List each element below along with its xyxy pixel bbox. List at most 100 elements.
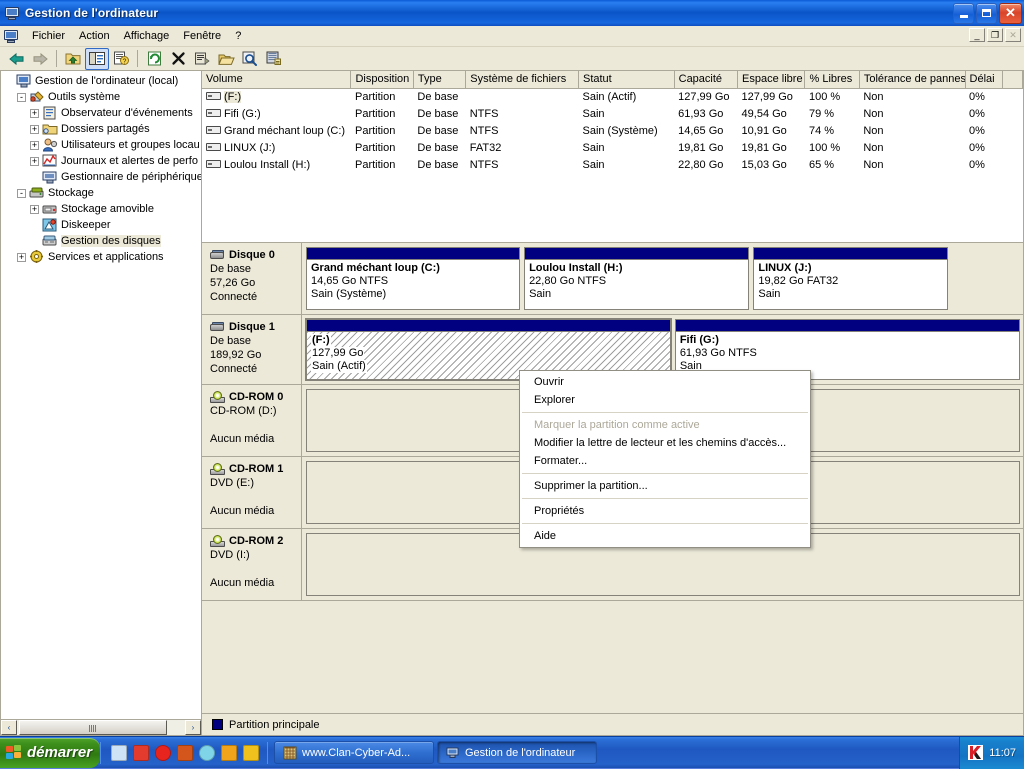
open-folder-icon[interactable]: [214, 48, 238, 70]
tree-node-gestionnaire-de-p-riph-rique[interactable]: Gestionnaire de périphérique: [4, 169, 201, 185]
volume-row[interactable]: Grand méchant loup (C:)PartitionDe baseN…: [202, 122, 1023, 139]
menu-action[interactable]: Action: [72, 28, 117, 44]
context-menu-item-propri-t-s[interactable]: Propriétés: [520, 502, 810, 520]
volume-column-header-libres[interactable]: % Libres: [805, 71, 859, 88]
volume-cell-spacer: [1002, 105, 1022, 122]
tree-node-services-et-applications[interactable]: +Services et applications: [4, 249, 201, 265]
partition-context-menu[interactable]: OuvrirExplorerMarquer la partition comme…: [519, 370, 811, 548]
context-menu-item-modifier-la-lettre-de-lecteur-et-les-che[interactable]: Modifier la lettre de lecteur et les che…: [520, 434, 810, 452]
tree-node-stockage[interactable]: -Stockage: [4, 185, 201, 201]
menu-fenetre[interactable]: Fenêtre: [176, 28, 228, 44]
context-menu-item-supprimer-la-partition[interactable]: Supprimer la partition...: [520, 477, 810, 495]
properties-icon[interactable]: ?: [109, 48, 133, 70]
volume-column-header-type[interactable]: Type: [413, 71, 465, 88]
quick-launch-bar: [101, 737, 267, 769]
volume-column-header-d-lai[interactable]: Délai: [965, 71, 1002, 88]
context-menu-item-ouvrir[interactable]: Ouvrir: [520, 373, 810, 391]
volume-column-header-espace-libre[interactable]: Espace libre: [738, 71, 805, 88]
scroll-left-arrow-icon[interactable]: ‹: [1, 720, 17, 735]
disk-row[interactable]: Disque 0De base57,26 GoConnectéGrand méc…: [202, 243, 1023, 315]
minimize-button[interactable]: [953, 3, 974, 24]
disk-partitions-area[interactable]: Grand méchant loup (C:)14,65 Go NTFSSain…: [302, 243, 1023, 314]
expand-toggle-icon[interactable]: +: [30, 141, 39, 150]
rescan-disks-icon[interactable]: [262, 48, 286, 70]
volume-column-header-disposition[interactable]: Disposition: [351, 71, 413, 88]
tree-node-dossiers-partag-s[interactable]: +Dossiers partagés: [4, 121, 201, 137]
context-menu-item-formater[interactable]: Formater...: [520, 452, 810, 470]
disk-header[interactable]: CD-ROM 1DVD (E:)Aucun média: [202, 457, 302, 528]
context-menu-item-aide[interactable]: Aide: [520, 527, 810, 545]
expand-toggle-icon[interactable]: +: [30, 109, 39, 118]
quicklaunch-icon-7[interactable]: [243, 745, 259, 761]
volume-column-header-volume[interactable]: Volume: [202, 71, 351, 88]
volume-list[interactable]: VolumeDispositionTypeSystème de fichiers…: [202, 71, 1023, 243]
scrollbar-track[interactable]: [17, 720, 185, 735]
window-titlebar[interactable]: Gestion de l'ordinateur ✕: [0, 0, 1024, 26]
tree-node-observateur-d-v-nements[interactable]: +Observateur d'événements: [4, 105, 201, 121]
disk-header[interactable]: Disque 0De base57,26 GoConnecté: [202, 243, 302, 314]
expand-toggle-icon[interactable]: +: [17, 253, 26, 262]
start-button[interactable]: démarrer: [0, 738, 100, 768]
quicklaunch-firefox-icon[interactable]: [177, 745, 193, 761]
menu-fichier[interactable]: Fichier: [25, 28, 72, 44]
tree-node-stockage-amovible[interactable]: +Stockage amovible: [4, 201, 201, 217]
tree-node-gestion-des-disques[interactable]: Gestion des disques: [4, 233, 201, 249]
tree-node-journaux-et-alertes-de-perfo[interactable]: +Journaux et alertes de perfo: [4, 153, 201, 169]
mdi-window-buttons: _ ❐ ✕: [969, 28, 1021, 42]
delete-icon[interactable]: [166, 48, 190, 70]
search-icon[interactable]: [238, 48, 262, 70]
mdi-restore-button[interactable]: ❐: [987, 28, 1003, 42]
tree-node-outils-syst-me[interactable]: -Outils système: [4, 89, 201, 105]
partition-block[interactable]: Loulou Install (H:)22,80 Go NTFSSain: [524, 247, 749, 310]
partition-block[interactable]: LINUX (J:)19,82 Go FAT32Sain: [753, 247, 948, 310]
volume-column-header-blank[interactable]: [1002, 71, 1022, 88]
expand-toggle-icon[interactable]: +: [30, 157, 39, 166]
expand-toggle-icon[interactable]: +: [30, 205, 39, 214]
quicklaunch-opera-icon[interactable]: [155, 745, 171, 761]
properties-page-icon[interactable]: [190, 48, 214, 70]
mdi-minimize-button[interactable]: _: [969, 28, 985, 42]
quicklaunch-icon-6[interactable]: [221, 745, 237, 761]
menu-aide[interactable]: ?: [228, 28, 248, 44]
volume-row[interactable]: Fifi (G:)PartitionDe baseNTFSSain61,93 G…: [202, 105, 1023, 122]
expand-toggle-icon[interactable]: +: [30, 125, 39, 134]
show-tree-icon[interactable]: [85, 48, 109, 70]
tree-node-utilisateurs-et-groupes-locau[interactable]: +Utilisateurs et groupes locau: [4, 137, 201, 153]
volume-cell-filesystem: NTFS: [466, 122, 579, 139]
scrollbar-thumb[interactable]: [19, 720, 167, 735]
volume-column-header-syst-me-de-fichiers[interactable]: Système de fichiers: [466, 71, 579, 88]
close-button[interactable]: ✕: [999, 3, 1022, 24]
scroll-right-arrow-icon[interactable]: ›: [185, 720, 201, 735]
volume-column-header-statut[interactable]: Statut: [578, 71, 674, 88]
taskbar-clock[interactable]: 11:07: [989, 747, 1016, 759]
collapse-toggle-icon[interactable]: -: [17, 93, 26, 102]
collapse-toggle-icon[interactable]: -: [17, 189, 26, 198]
menu-affichage[interactable]: Affichage: [117, 28, 177, 44]
taskbar-task-label: Gestion de l'ordinateur: [465, 747, 575, 759]
volume-row[interactable]: Loulou Install (H:)PartitionDe baseNTFSS…: [202, 156, 1023, 173]
taskbar-task-button[interactable]: Gestion de l'ordinateur: [437, 741, 597, 764]
volume-cell-overhead: 0%: [965, 88, 1002, 105]
up-folder-icon[interactable]: [61, 48, 85, 70]
tree-horizontal-scrollbar[interactable]: ‹ ›: [1, 719, 201, 735]
volume-row[interactable]: LINUX (J:)PartitionDe baseFAT32Sain19,81…: [202, 139, 1023, 156]
quicklaunch-icon-5[interactable]: [199, 745, 215, 761]
disk-header[interactable]: CD-ROM 0CD-ROM (D:)Aucun média: [202, 385, 302, 456]
tree-node-diskeeper[interactable]: Diskeeper: [4, 217, 201, 233]
disk-header[interactable]: CD-ROM 2DVD (I:)Aucun média: [202, 529, 302, 600]
disk-header[interactable]: Disque 1De base189,92 GoConnecté: [202, 315, 302, 384]
partition-block[interactable]: Grand méchant loup (C:)14,65 Go NTFSSain…: [306, 247, 520, 310]
quicklaunch-icon-2[interactable]: [133, 745, 149, 761]
back-icon[interactable]: [4, 48, 28, 70]
maximize-button[interactable]: [976, 3, 997, 24]
volume-row[interactable]: (F:)PartitionDe baseSain (Actif)127,99 G…: [202, 88, 1023, 105]
volume-table-header-row[interactable]: VolumeDispositionTypeSystème de fichiers…: [202, 71, 1023, 88]
refresh-icon[interactable]: [142, 48, 166, 70]
volume-column-header-tol-rance-de-pannes[interactable]: Tolérance de pannes: [859, 71, 965, 88]
taskbar-task-button[interactable]: www.Clan-Cyber-Ad...: [274, 741, 434, 764]
quicklaunch-icon-1[interactable]: [111, 745, 127, 761]
kaspersky-icon[interactable]: [968, 745, 983, 760]
context-menu-item-explorer[interactable]: Explorer: [520, 391, 810, 409]
volume-column-header-capacit[interactable]: Capacité: [674, 71, 737, 88]
tree-node-gestion-de-l-ordinateur-local[interactable]: Gestion de l'ordinateur (local): [4, 73, 201, 89]
